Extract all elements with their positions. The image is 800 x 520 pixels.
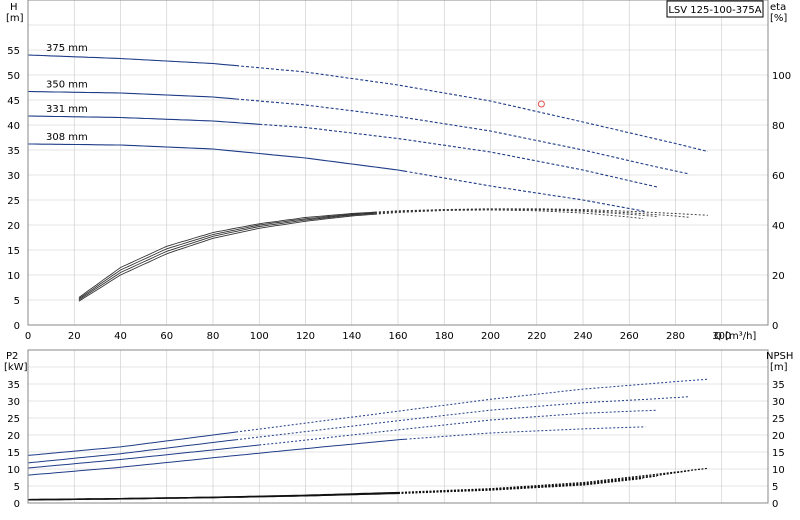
efficiency-curve-solid — [78, 212, 375, 301]
h-tick-label: 15 — [7, 246, 20, 257]
p2-tick-label: 30 — [7, 397, 20, 408]
eta-axis-label: eta — [770, 2, 786, 13]
power-curve-solid — [27, 439, 237, 464]
efficiency-curve-dashed — [374, 208, 708, 216]
efficiency-curve-dashed — [374, 208, 690, 218]
x-tick-label: 160 — [388, 331, 407, 342]
p2-axis-label: P2 — [6, 351, 18, 362]
npsh-axis-label: NPSH — [766, 351, 793, 362]
power-curve-dashed — [236, 378, 708, 433]
top-grid — [28, 0, 768, 325]
efficiency-curve-solid — [78, 213, 375, 302]
x-tick-label: 140 — [342, 331, 361, 342]
head-curve-label: 350 mm — [46, 80, 88, 91]
h-tick-label: 25 — [7, 196, 20, 207]
eta-tick-label: 40 — [772, 221, 785, 232]
pump-curve-chart: 375 mm350 mm331 mm308 mm 0 20 40 60 80 100 120… — [4, 0, 793, 510]
npsh-curves — [27, 467, 708, 501]
head-curve-label: 331 mm — [46, 104, 88, 115]
h-tick-label: 10 — [7, 271, 20, 282]
x-tick-label: 200 — [481, 331, 500, 342]
h-tick-label: 35 — [7, 146, 20, 157]
h-tick-label: 40 — [7, 121, 20, 132]
x-tick-label: 240 — [573, 331, 592, 342]
efficiency-curves — [78, 208, 708, 302]
eta-tick-label: 100 — [772, 71, 791, 82]
x-tick-label: 260 — [620, 331, 639, 342]
p2-tick-label: 0 — [14, 499, 20, 510]
eta-tick-label: 0 — [772, 321, 778, 332]
npsh-curve-dashed — [397, 470, 690, 494]
npsh-tick-label: 15 — [772, 448, 785, 459]
h-axis-unit: [m] — [6, 13, 24, 24]
power-curves — [27, 378, 708, 476]
p2-tick-label: 10 — [7, 465, 20, 476]
npsh-tick-label: 30 — [772, 397, 785, 408]
head-curve-label: 308 mm — [46, 132, 88, 143]
tick-labels: 0 20 40 60 80 100 120 140 160 180 200 220 240 260 280 3… — [7, 46, 791, 510]
power-curve-dashed — [409, 426, 646, 440]
x-tick-label: 80 — [207, 331, 220, 342]
head-curve-solid — [27, 54, 237, 67]
npsh-tick-label: 5 — [772, 482, 778, 493]
h-tick-label: 30 — [7, 171, 20, 182]
head-curve-solid — [27, 90, 237, 100]
npsh-tick-label: 20 — [772, 431, 785, 442]
head-curve-label: 375 mm — [46, 43, 88, 54]
model-label: LSV 125-100-375A — [668, 5, 761, 16]
h-tick-label: 5 — [14, 296, 20, 307]
p2-tick-label: 25 — [7, 414, 20, 425]
p2-axis-unit: [kW] — [4, 362, 28, 373]
head-curve-solid — [28, 143, 408, 173]
head-curve-dashed — [236, 65, 709, 153]
h-tick-label: 20 — [7, 221, 20, 232]
h-tick-label: 0 — [14, 321, 20, 332]
duty-point-marker — [537, 100, 545, 108]
q-axis-label: Q [m³/h] — [714, 331, 756, 342]
x-tick-label: 220 — [527, 331, 546, 342]
p2-tick-label: 5 — [14, 482, 20, 493]
head-curve-solid — [27, 115, 260, 125]
eta-tick-label: 60 — [772, 171, 785, 182]
eta-tick-label: 20 — [772, 271, 785, 282]
x-tick-label: 0 — [25, 331, 31, 342]
h-tick-label: 50 — [7, 71, 20, 82]
x-tick-label: 40 — [114, 331, 127, 342]
npsh-axis-unit: [m] — [770, 362, 788, 373]
npsh-tick-label: 35 — [772, 380, 785, 391]
x-tick-label: 100 — [250, 331, 269, 342]
npsh-tick-label: 0 — [772, 499, 778, 510]
x-tick-label: 60 — [160, 331, 173, 342]
x-tick-label: 20 — [68, 331, 81, 342]
h-axis-label: H — [10, 2, 18, 13]
efficiency-curve-solid — [78, 212, 375, 300]
x-tick-label: 180 — [435, 331, 454, 342]
x-tick-label: 120 — [296, 331, 315, 342]
npsh-tick-label: 10 — [772, 465, 785, 476]
head-curve-dashed — [409, 171, 646, 213]
eta-tick-label: 80 — [772, 121, 785, 132]
h-tick-label: 55 — [7, 46, 20, 57]
p2-tick-label: 20 — [7, 431, 20, 442]
npsh-tick-label: 25 — [772, 414, 785, 425]
p2-tick-label: 35 — [7, 380, 20, 391]
eta-axis-unit: [%] — [770, 13, 787, 24]
head-curves: 375 mm 350 mm 331 mm 308 mm — [27, 43, 709, 213]
head-curve-dashed — [259, 123, 658, 188]
p2-tick-label: 15 — [7, 448, 20, 459]
power-curve-dashed — [259, 409, 658, 446]
h-tick-label: 45 — [7, 96, 20, 107]
x-tick-label: 280 — [666, 331, 685, 342]
bottom-grid — [28, 350, 768, 503]
head-curve-dashed — [236, 98, 690, 175]
